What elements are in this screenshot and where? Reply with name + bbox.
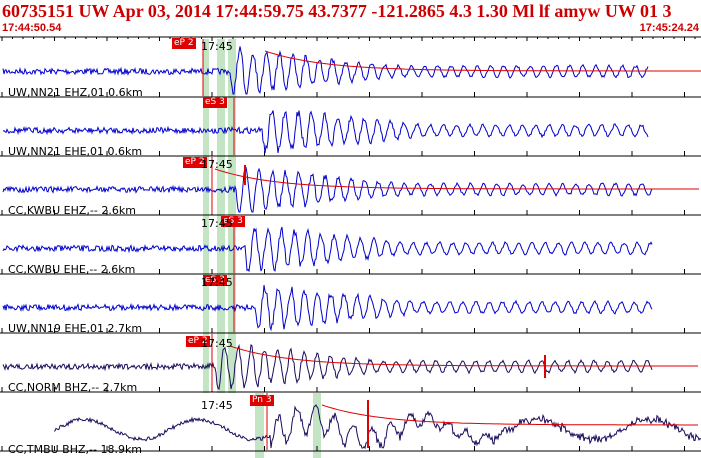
channel-label: CC,NORM BHZ,-- 2.7km bbox=[8, 381, 138, 394]
coda-curve bbox=[321, 404, 698, 426]
channel-label: UW,NN19 EHE,01 2.7km bbox=[8, 322, 143, 335]
time-tick-label: 17:45 bbox=[201, 158, 233, 171]
waveform-trace bbox=[53, 404, 701, 450]
time-tick-label: 17:45 bbox=[201, 337, 233, 350]
channel-label: CC,TMBU BHZ,-- 18.9km bbox=[8, 443, 143, 456]
phase-pick[interactable]: Pn 3 bbox=[250, 395, 274, 406]
phase-pick[interactable]: eP 2 bbox=[172, 38, 196, 49]
channel-label: UW,NN21 EHZ,01 0.6km bbox=[8, 86, 143, 99]
time-tick-label: 17:45 bbox=[201, 276, 233, 289]
seismogram-viewer: 60735151 UW Apr 03, 2014 17:44:59.75 43.… bbox=[0, 0, 701, 458]
time-tick-label: 17:45 bbox=[201, 399, 233, 412]
channel-label: CC,KWBU EHZ,-- 2.6km bbox=[8, 204, 136, 217]
time-tick-label: 17:45 bbox=[201, 40, 233, 53]
time-tick-label: 17:45 bbox=[201, 217, 233, 230]
channel-label: CC,KWBU EHE,-- 2.6km bbox=[8, 263, 136, 276]
channel-label: UW,NN21 EHE,01 0.6km bbox=[8, 145, 143, 158]
phase-pick[interactable]: eS 3 bbox=[203, 97, 227, 108]
